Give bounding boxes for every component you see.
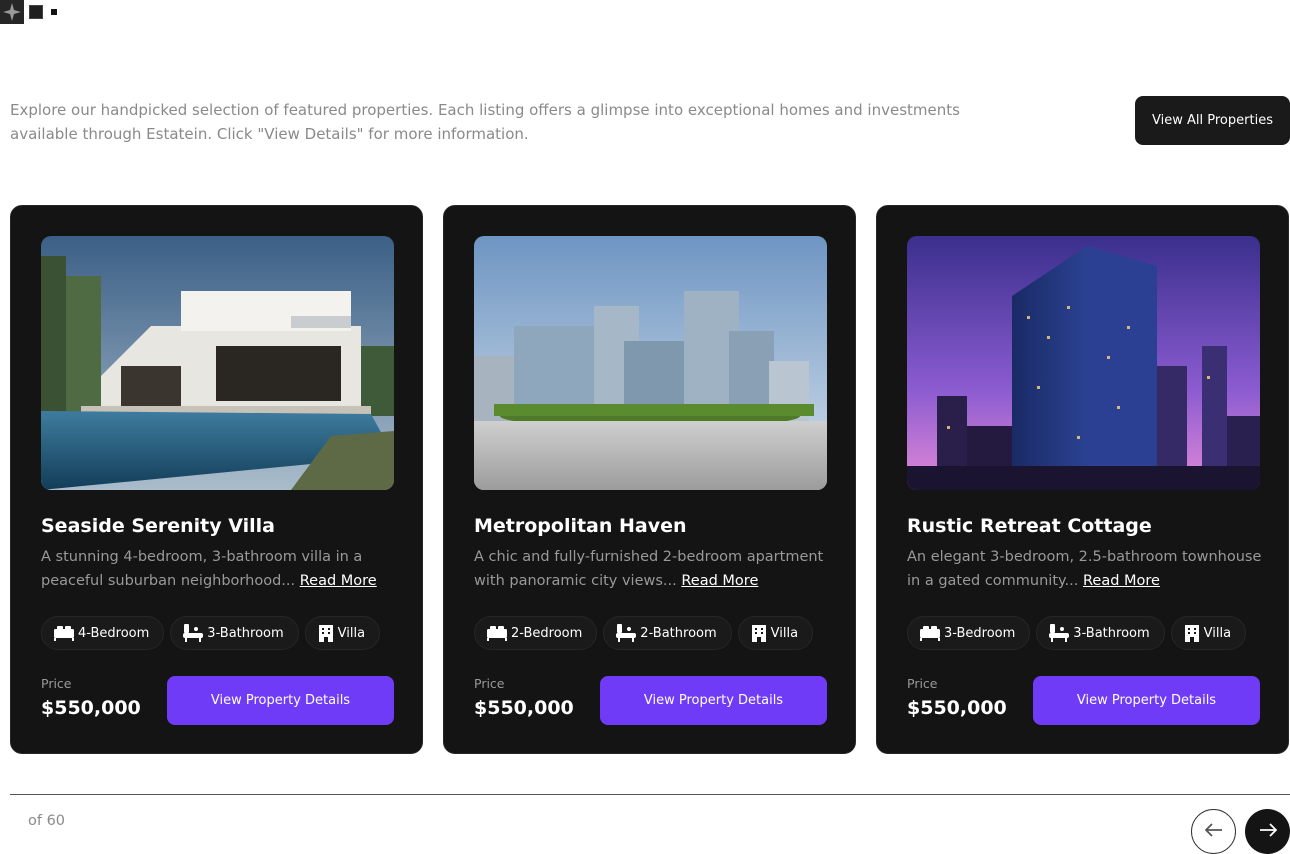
price-value: $550,000: [907, 697, 1007, 719]
chip-label: Villa: [1203, 625, 1232, 641]
chip-label: 3-Bedroom: [944, 625, 1016, 641]
chip-label: Villa: [337, 625, 366, 641]
price-value: $550,000: [41, 697, 141, 719]
building-icon: [751, 624, 767, 642]
price-value: $550,000: [474, 697, 574, 719]
chip-label: 3-Bathroom: [1073, 625, 1150, 641]
description-text: A chic and fully-furnished 2-bedroom apa…: [474, 549, 824, 589]
property-photo[interactable]: [474, 236, 827, 490]
property-photo[interactable]: [907, 236, 1260, 490]
view-property-details-button[interactable]: View Property Details: [167, 676, 394, 725]
feature-chips: 3-Bedroom 3-Bathroom Villa: [907, 616, 1247, 650]
top-toolbar: [0, 0, 57, 24]
arrow-right-icon: [1259, 822, 1277, 841]
price-label: Price: [907, 676, 938, 691]
view-property-details-button[interactable]: View Property Details: [600, 676, 827, 725]
bedroom-chip: 2-Bedroom: [474, 616, 598, 650]
bath-icon: [183, 624, 204, 642]
view-all-properties-button[interactable]: View All Properties: [1135, 96, 1290, 145]
arrow-left-icon: [1204, 822, 1223, 841]
property-description: A chic and fully-furnished 2-bedroom apa…: [474, 545, 829, 593]
property-card: Metropolitan Haven A chic and fully-furn…: [443, 205, 856, 754]
chip-label: 4-Bedroom: [78, 625, 150, 641]
feature-chips: 4-Bedroom 3-Bathroom Villa: [41, 616, 381, 650]
type-chip: Villa: [304, 616, 381, 650]
bathroom-chip: 3-Bathroom: [170, 616, 299, 650]
chip-label: 2-Bathroom: [640, 625, 717, 641]
bathroom-chip: 2-Bathroom: [603, 616, 732, 650]
square-icon: [29, 5, 43, 19]
bath-icon: [616, 624, 637, 642]
property-description: An elegant 3-bedroom, 2.5-bathroom townh…: [907, 545, 1262, 593]
pagination-count: of 60: [28, 813, 66, 829]
price-label: Price: [474, 676, 505, 691]
bed-icon: [54, 625, 74, 641]
chip-label: 3-Bathroom: [207, 625, 284, 641]
chip-label: 2-Bedroom: [511, 625, 583, 641]
price-label: Price: [41, 676, 72, 691]
feature-chips: 2-Bedroom 2-Bathroom Villa: [474, 616, 814, 650]
previous-button[interactable]: [1191, 809, 1236, 854]
property-photo[interactable]: [41, 236, 394, 490]
divider: [10, 794, 1290, 795]
property-title: Rustic Retreat Cottage: [907, 515, 1152, 537]
next-button[interactable]: [1245, 809, 1290, 854]
property-title: Metropolitan Haven: [474, 515, 687, 537]
bedroom-chip: 3-Bedroom: [907, 616, 1031, 650]
type-chip: Villa: [737, 616, 814, 650]
bedroom-chip: 4-Bedroom: [41, 616, 165, 650]
read-more-link[interactable]: Read More: [1083, 573, 1160, 589]
building-icon: [1184, 624, 1200, 642]
sparkle-icon: [0, 0, 24, 24]
bed-icon: [920, 625, 940, 641]
bath-icon: [1049, 624, 1070, 642]
type-chip: Villa: [1170, 616, 1247, 650]
dot-icon: [51, 9, 57, 15]
section-intro: Explore our handpicked selection of feat…: [10, 101, 960, 143]
property-title: Seaside Serenity Villa: [41, 515, 275, 537]
building-icon: [318, 624, 334, 642]
read-more-link[interactable]: Read More: [300, 573, 377, 589]
property-card: Rustic Retreat Cottage An elegant 3-bedr…: [876, 205, 1289, 754]
read-more-link[interactable]: Read More: [681, 573, 758, 589]
property-card: Seaside Serenity Villa A stunning 4-bedr…: [10, 205, 423, 754]
property-description: A stunning 4-bedroom, 3-bathroom villa i…: [41, 545, 396, 593]
view-property-details-button[interactable]: View Property Details: [1033, 676, 1260, 725]
bed-icon: [487, 625, 507, 641]
chip-label: Villa: [770, 625, 799, 641]
bathroom-chip: 3-Bathroom: [1036, 616, 1165, 650]
